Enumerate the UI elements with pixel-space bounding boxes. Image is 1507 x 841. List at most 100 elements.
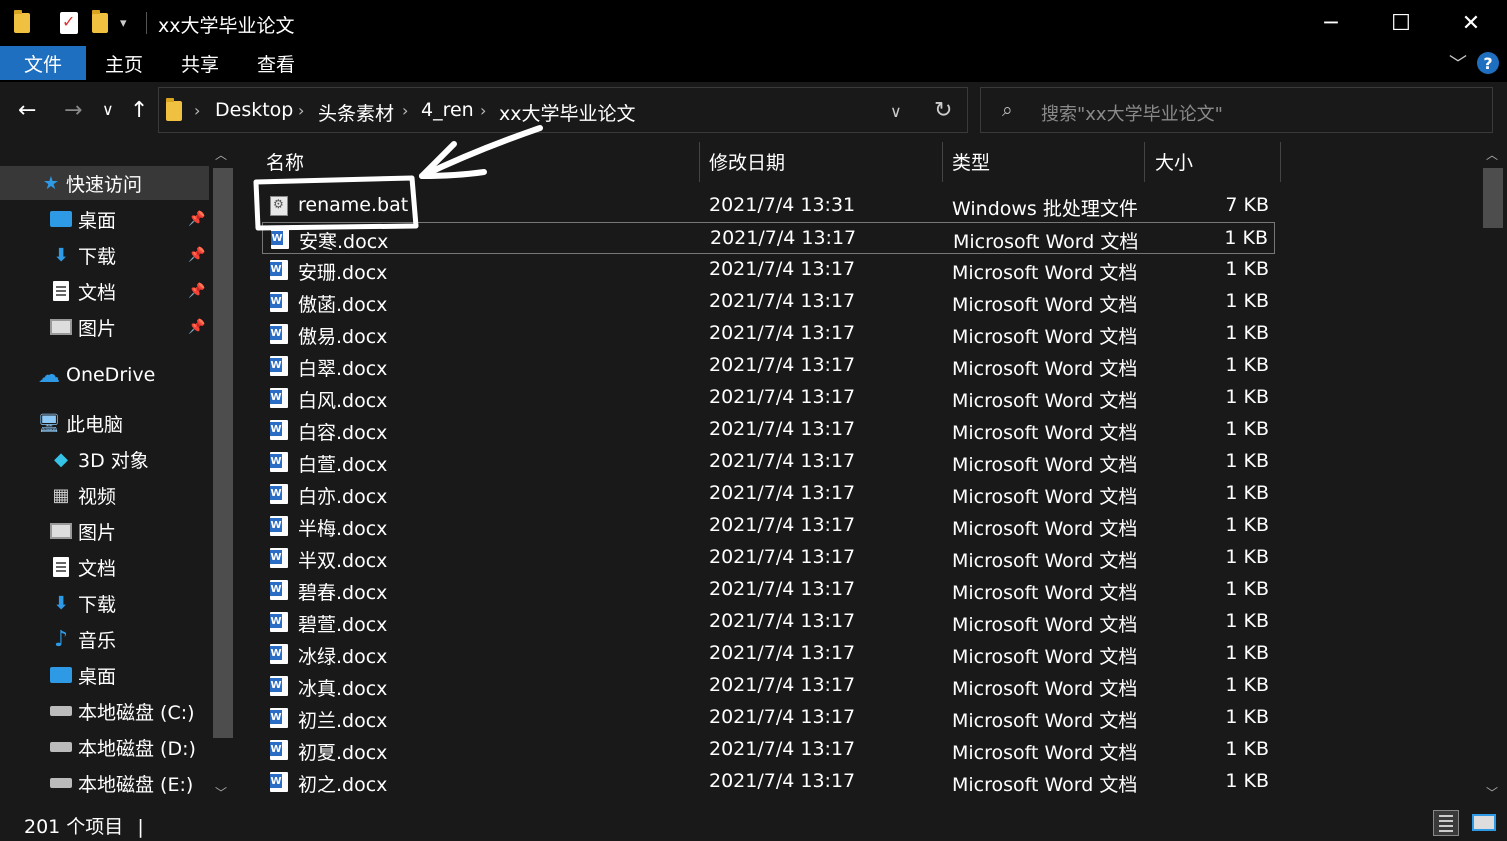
file-row[interactable]: 初兰.docx 2021/7/4 13:17 Microsoft Word 文档 1 …: [262, 702, 1275, 734]
file-row[interactable]: 傲菡.docx 2021/7/4 13:17 Microsoft Word 文档 1 …: [262, 286, 1275, 318]
file-date: 2021/7/4 13:17: [709, 290, 856, 312]
sidebar-scrollbar-thumb[interactable]: [213, 168, 233, 738]
file-size: 1 KB: [1225, 354, 1269, 376]
sidebar-item-onedrive[interactable]: ☁ OneDrive: [0, 358, 209, 392]
file-type: Microsoft Word 文档: [952, 614, 1138, 636]
scroll-up-chevron-icon[interactable]: ︿: [1486, 146, 1498, 163]
sidebar-item-pictures[interactable]: 图片: [0, 514, 209, 548]
sidebar-item-documents-pinned[interactable]: 文档 📌: [0, 274, 209, 308]
sidebar-item-videos[interactable]: ▦ 视频: [0, 478, 209, 512]
file-size: 1 KB: [1225, 738, 1269, 760]
up-arrow-icon[interactable]: ↑: [130, 98, 148, 123]
sidebar-item-music[interactable]: ♪ 音乐: [0, 622, 209, 656]
sidebar-item-quick-access[interactable]: ★ 快速访问: [0, 166, 209, 200]
sidebar-item-3d-objects[interactable]: ◆ 3D 对象: [0, 442, 209, 476]
file-date: 2021/7/4 13:17: [709, 706, 856, 728]
sidebar-item-disk-e[interactable]: 本地磁盘 (E:): [0, 766, 209, 800]
column-separator[interactable]: [699, 142, 700, 182]
sidebar-item-this-pc[interactable]: 🖥 此电脑: [0, 406, 209, 440]
scroll-down-chevron-icon[interactable]: ﹀: [215, 784, 227, 801]
file-type: Microsoft Word 文档: [952, 486, 1138, 508]
forward-arrow-icon[interactable]: →: [64, 98, 82, 123]
details-view-icon[interactable]: [1433, 810, 1459, 836]
tab-view[interactable]: 查看: [246, 46, 306, 80]
file-row[interactable]: 初之.docx 2021/7/4 13:17 Microsoft Word 文档 1 …: [262, 766, 1275, 798]
sidebar-item-label: 本地磁盘 (D:): [78, 737, 196, 760]
word-document-icon: [270, 644, 288, 664]
column-separator[interactable]: [1144, 142, 1145, 182]
refresh-icon[interactable]: ↻: [934, 98, 952, 123]
file-row[interactable]: 半梅.docx 2021/7/4 13:17 Microsoft Word 文档 1 …: [262, 510, 1275, 542]
file-size: 1 KB: [1224, 227, 1268, 249]
tab-home[interactable]: 主页: [94, 46, 154, 80]
minimize-button[interactable]: ─: [1308, 8, 1354, 38]
recent-locations-chevron-icon[interactable]: ∨: [102, 100, 114, 119]
ribbon-tabs: 文件 主页 共享 查看 ﹀ ?: [0, 46, 1507, 82]
large-icons-view-icon[interactable]: [1469, 810, 1499, 836]
file-size: 1 KB: [1225, 258, 1269, 280]
search-input[interactable]: 搜索"xx大学毕业论文": [1041, 100, 1223, 126]
cloud-icon: ☁: [38, 362, 60, 388]
file-row[interactable]: 白萱.docx 2021/7/4 13:17 Microsoft Word 文档 1 …: [262, 446, 1275, 478]
file-row[interactable]: 白容.docx 2021/7/4 13:17 Microsoft Word 文档 1 …: [262, 414, 1275, 446]
file-list-scrollbar-thumb[interactable]: [1483, 168, 1503, 228]
pictures-icon: [50, 520, 72, 542]
word-document-icon: [270, 324, 288, 344]
new-folder-icon[interactable]: [92, 10, 108, 36]
close-button[interactable]: ✕: [1448, 8, 1494, 38]
sidebar-item-desktop-pinned[interactable]: 桌面 📌: [0, 202, 209, 236]
breadcrumb-separator: ›: [194, 101, 201, 120]
column-header-type[interactable]: 类型: [952, 142, 990, 180]
pin-icon: 📌: [188, 247, 206, 263]
sidebar-item-disk-c[interactable]: 本地磁盘 (C:): [0, 694, 209, 728]
column-header-size[interactable]: 大小: [1155, 142, 1193, 180]
file-date: 2021/7/4 13:17: [709, 674, 856, 696]
breadcrumb-desktop[interactable]: Desktop: [215, 99, 293, 121]
sidebar-item-disk-d[interactable]: 本地磁盘 (D:): [0, 730, 209, 764]
file-row[interactable]: 初夏.docx 2021/7/4 13:17 Microsoft Word 文档 1 …: [262, 734, 1275, 766]
file-size: 1 KB: [1225, 322, 1269, 344]
breadcrumb-4-ren[interactable]: 4_ren: [421, 99, 474, 121]
back-arrow-icon[interactable]: ←: [18, 98, 36, 123]
sidebar-item-desktop[interactable]: 桌面: [0, 658, 209, 692]
sidebar-item-documents[interactable]: 文档: [0, 550, 209, 584]
file-row[interactable]: 白翠.docx 2021/7/4 13:17 Microsoft Word 文档 1 …: [262, 350, 1275, 382]
file-row[interactable]: 傲易.docx 2021/7/4 13:17 Microsoft Word 文档 1 …: [262, 318, 1275, 350]
sidebar-item-downloads-pinned[interactable]: ⬇ 下载 📌: [0, 238, 209, 272]
file-size: 1 KB: [1225, 482, 1269, 504]
file-row[interactable]: 冰绿.docx 2021/7/4 13:17 Microsoft Word 文档 1 …: [262, 638, 1275, 670]
customize-toolbar-icon[interactable]: ▾: [120, 10, 127, 36]
file-row[interactable]: 白风.docx 2021/7/4 13:17 Microsoft Word 文档 1 …: [262, 382, 1275, 414]
file-date: 2021/7/4 13:17: [709, 514, 856, 536]
column-separator[interactable]: [1280, 142, 1281, 182]
expand-ribbon-icon[interactable]: ﹀: [1449, 50, 1467, 76]
file-date: 2021/7/4 13:17: [709, 642, 856, 664]
properties-icon[interactable]: [60, 10, 78, 36]
column-separator[interactable]: [942, 142, 943, 182]
tab-share[interactable]: 共享: [170, 46, 230, 80]
help-icon[interactable]: ?: [1477, 52, 1499, 74]
maximize-button[interactable]: ☐: [1378, 8, 1424, 38]
file-row[interactable]: 碧萱.docx 2021/7/4 13:17 Microsoft Word 文档 1 …: [262, 606, 1275, 638]
file-size: 1 KB: [1225, 450, 1269, 472]
column-header-date[interactable]: 修改日期: [709, 142, 785, 180]
sidebar-item-pictures-pinned[interactable]: 图片 📌: [0, 310, 209, 344]
status-divider: |: [137, 816, 144, 838]
file-name: 白风.docx: [298, 390, 388, 412]
address-dropdown-chevron-icon[interactable]: ∨: [890, 102, 902, 121]
file-type: Microsoft Word 文档: [952, 294, 1138, 316]
tab-file[interactable]: 文件: [0, 46, 86, 80]
file-date: 2021/7/4 13:17: [709, 386, 856, 408]
scroll-down-chevron-icon[interactable]: ﹀: [1486, 784, 1498, 801]
file-row[interactable]: 白亦.docx 2021/7/4 13:17 Microsoft Word 文档 1 …: [262, 478, 1275, 510]
file-list-scrollbar[interactable]: [1480, 145, 1507, 804]
scroll-up-chevron-icon[interactable]: ︿: [215, 146, 227, 163]
sidebar-item-downloads[interactable]: ⬇ 下载: [0, 586, 209, 620]
file-row[interactable]: 冰真.docx 2021/7/4 13:17 Microsoft Word 文档 1 …: [262, 670, 1275, 702]
file-row[interactable]: 安珊.docx 2021/7/4 13:17 Microsoft Word 文档 1 …: [262, 254, 1275, 286]
file-row[interactable]: 半双.docx 2021/7/4 13:17 Microsoft Word 文档 1 …: [262, 542, 1275, 574]
file-date: 2021/7/4 13:17: [709, 610, 856, 632]
file-name: 碧春.docx: [298, 582, 388, 604]
disk-icon: [50, 772, 72, 794]
file-row[interactable]: 碧春.docx 2021/7/4 13:17 Microsoft Word 文档 1 …: [262, 574, 1275, 606]
